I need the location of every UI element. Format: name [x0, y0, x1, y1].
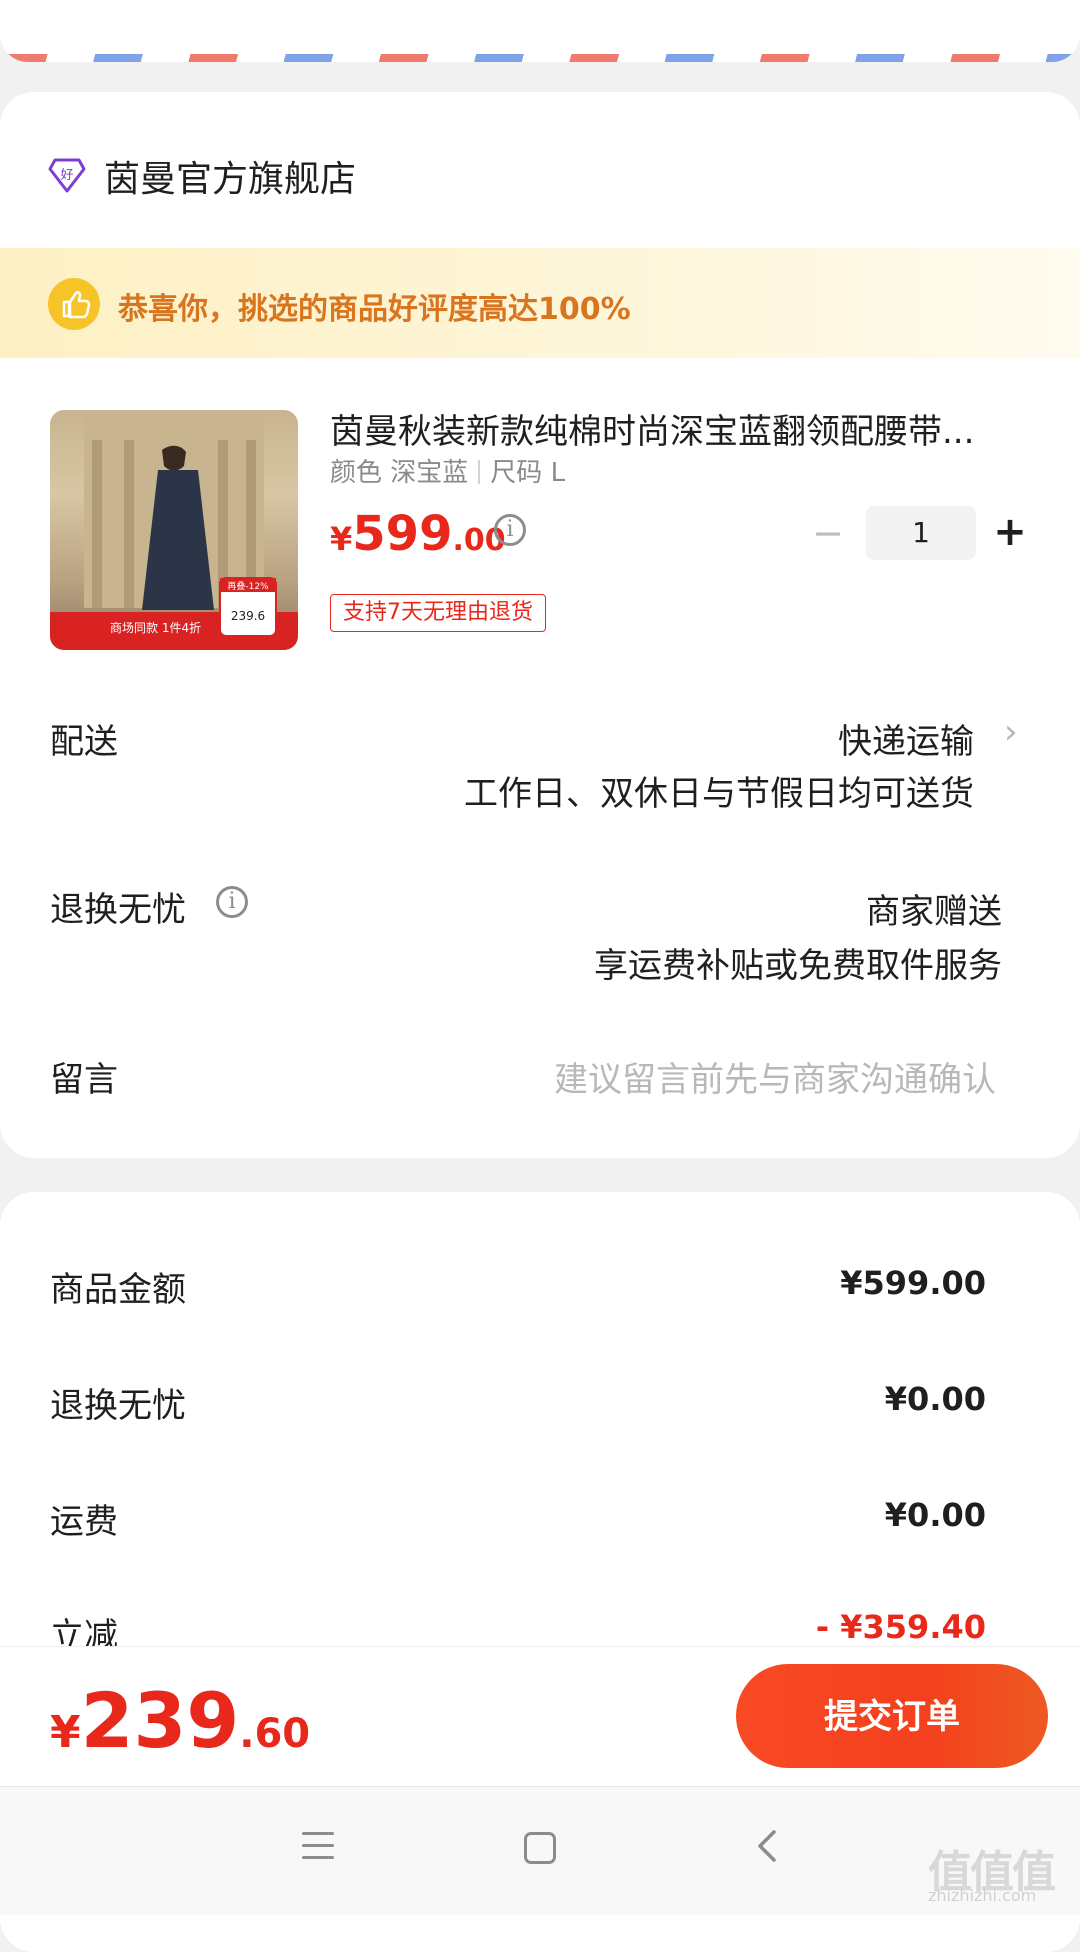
image-banner-text: 商场同款 1件4折: [110, 620, 201, 635]
submit-order-button[interactable]: 提交订单: [736, 1664, 1048, 1768]
summary-value-shipping: ¥0.00: [884, 1496, 986, 1534]
price-info-icon[interactable]: i: [494, 514, 526, 546]
summary-label-goods: 商品金额: [50, 1270, 186, 1310]
spec-color-label: 颜色: [330, 458, 383, 488]
quantity-input[interactable]: 1: [866, 506, 976, 560]
watermark-url: zhizhizhi.com: [928, 1886, 1037, 1905]
airmail-stripe: [0, 54, 1080, 62]
spec-color-value: 深宝蓝: [390, 458, 469, 488]
rating-banner-text: 恭喜你，挑选的商品好评度高达100%: [118, 292, 631, 327]
back-icon[interactable]: [752, 1826, 782, 1866]
worry-free-info-icon[interactable]: i: [216, 886, 248, 918]
delivery-label: 配送: [50, 722, 118, 762]
address-card-bottom: [0, 0, 1080, 62]
chevron-right-icon[interactable]: ›: [1004, 712, 1018, 752]
home-icon[interactable]: [524, 1832, 556, 1864]
summary-value-discount: - ¥359.40: [815, 1608, 986, 1646]
worry-free-value: 商家赠送: [866, 892, 1002, 932]
total-price: ¥239.60: [50, 1676, 310, 1765]
store-name[interactable]: 茵曼官方旗舰店: [104, 150, 356, 202]
delivery-method[interactable]: 快递运输: [838, 714, 974, 763]
product-price: ¥599.00: [330, 506, 506, 562]
total-currency: ¥: [50, 1707, 81, 1758]
spec-size-value: L: [550, 458, 566, 488]
delivery-detail: 工作日、双休日与节假日均可送货: [464, 774, 974, 814]
summary-value-goods: ¥599.00: [840, 1264, 986, 1302]
menu-icon[interactable]: [302, 1832, 334, 1862]
price-currency: ¥: [330, 520, 353, 558]
worry-free-label: 退换无忧: [50, 890, 186, 930]
product-title[interactable]: 茵曼秋装新款纯棉时尚深宝蓝翻领配腰带...: [330, 404, 1020, 453]
note-label: 留言: [50, 1060, 118, 1100]
summary-label-shipping: 运费: [50, 1502, 118, 1542]
summary-label-worry-free: 退换无忧: [50, 1386, 186, 1426]
worry-free-detail: 享运费补贴或免费取件服务: [594, 946, 1002, 986]
return-policy-tag: 支持7天无理由退货: [330, 594, 546, 632]
summary-value-worry-free: ¥0.00: [884, 1380, 986, 1418]
note-input[interactable]: 建议留言前先与商家沟通确认: [554, 1052, 996, 1101]
image-price-text: 239.6: [231, 609, 265, 623]
spec-divider: [478, 460, 481, 484]
quantity-minus-button[interactable]: −: [812, 514, 844, 552]
svg-text:好: 好: [60, 168, 73, 183]
total-integer: 239: [80, 1676, 240, 1765]
spec-size-label: 尺码: [490, 458, 543, 488]
thumbs-up-icon: [48, 278, 100, 330]
total-decimal: .60: [239, 1711, 311, 1757]
quantity-plus-button[interactable]: +: [992, 512, 1028, 552]
product-image[interactable]: 商场同款 1件4折 再叠-12% 239.6: [50, 410, 298, 650]
image-badge-text: 再叠-12%: [227, 581, 269, 592]
store-badge-icon: 好: [48, 158, 86, 193]
product-spec[interactable]: 颜色 深宝蓝 尺码 L: [330, 452, 565, 489]
price-integer: 599: [352, 506, 453, 562]
